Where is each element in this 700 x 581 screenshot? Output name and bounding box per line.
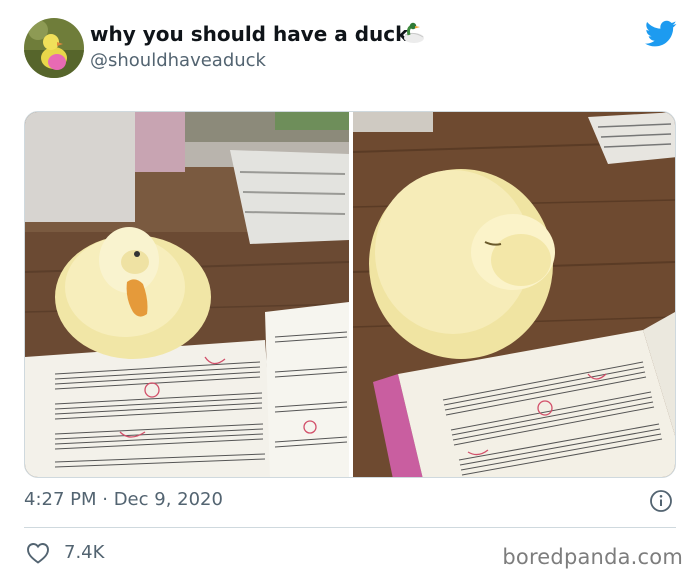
tweet-card: why you should have a duck @shouldhavead… [0,0,700,581]
like-count: 7.4K [64,542,105,563]
tweet-timestamp[interactable]: 4:27 PM · Dec 9, 2020 [24,489,223,510]
display-name[interactable]: why you should have a duck [90,22,408,46]
photo-1[interactable] [25,112,349,477]
divider [24,527,676,528]
heart-icon[interactable] [26,542,50,564]
photo-2[interactable] [353,112,675,477]
watermark: boredpanda.com [502,545,683,569]
twitter-bird-icon[interactable] [645,20,677,48]
info-icon[interactable] [649,489,673,513]
tweet-media [24,111,676,478]
user-handle[interactable]: @shouldhaveaduck [90,50,266,71]
duck-emoji-icon [401,21,427,47]
avatar[interactable] [24,18,84,78]
